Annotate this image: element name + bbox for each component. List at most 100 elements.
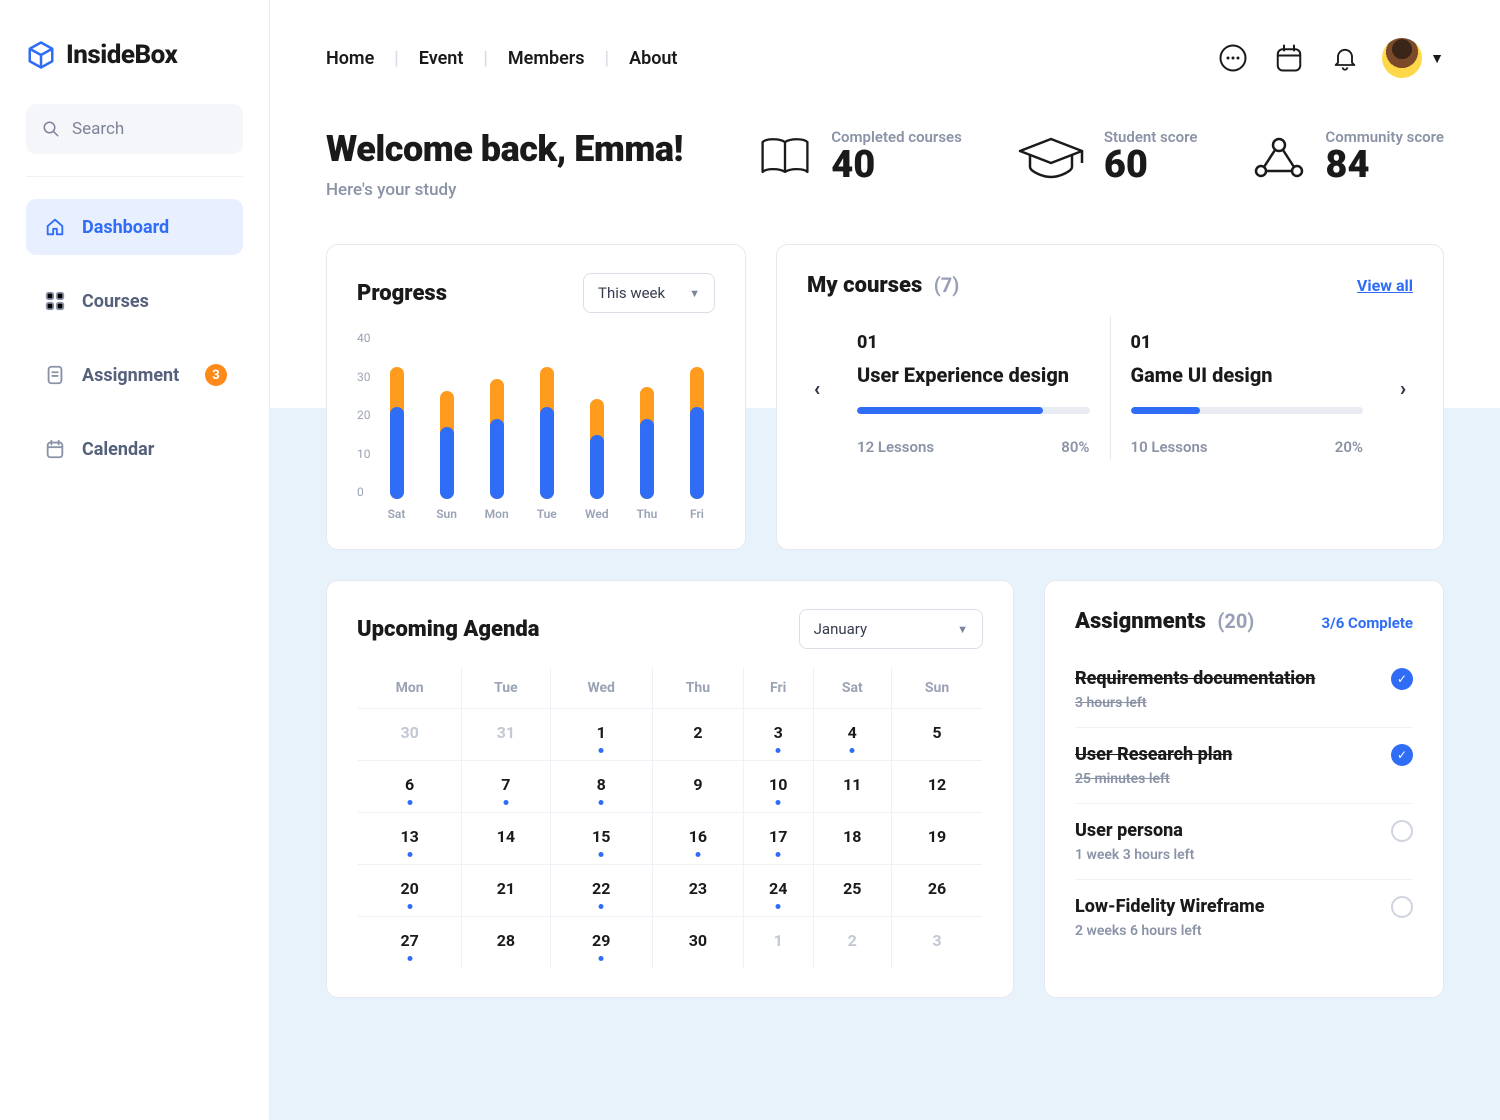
book-icon [757, 135, 813, 179]
calendar-day[interactable]: 19 [892, 813, 983, 865]
assignment-item: Low-Fidelity Wireframe2 weeks 6 hours le… [1075, 880, 1413, 955]
calendar-day[interactable]: 11 [813, 761, 892, 813]
calendar-day[interactable]: 31 [462, 709, 550, 761]
course-name: User Experience design [857, 363, 1090, 387]
calendar-day[interactable]: 12 [892, 761, 983, 813]
card-title: Upcoming Agenda [357, 617, 540, 642]
calendar-day[interactable]: 2 [652, 709, 743, 761]
assignment-item: Requirements documentation3 hours left✓ [1075, 652, 1413, 728]
chevron-down-icon: ▼ [957, 623, 968, 636]
user-menu[interactable]: ▼ [1382, 38, 1444, 78]
calendar-day[interactable]: 29 [550, 917, 652, 969]
chart-bar: Sun [431, 391, 463, 521]
agenda-card: Upcoming Agenda January ▼ MonTueWedThuFr… [326, 580, 1014, 998]
next-arrow[interactable]: › [1393, 376, 1413, 400]
sidebar-item-courses[interactable]: Courses [26, 273, 243, 329]
network-icon [1251, 135, 1307, 179]
calendar-day[interactable]: 1 [550, 709, 652, 761]
cal-dow: Mon [358, 668, 462, 709]
assignments-card: Assignments (20) 3/6 Complete Requiremen… [1044, 580, 1444, 998]
topbar: Home | Event | Members | About [270, 0, 1500, 88]
calendar-day[interactable]: 16 [652, 813, 743, 865]
course-item[interactable]: 01Game UI design10 Lessons20% [1110, 316, 1384, 460]
complete-count: 3/6 Complete [1322, 614, 1413, 632]
chat-button[interactable] [1214, 39, 1252, 77]
month-select[interactable]: January ▼ [799, 609, 983, 649]
search-input[interactable]: Search [26, 104, 243, 154]
calendar-day[interactable]: 27 [358, 917, 462, 969]
calendar-day[interactable]: 30 [358, 709, 462, 761]
calendar-day[interactable]: 4 [813, 709, 892, 761]
topnav-home[interactable]: Home [326, 48, 374, 69]
lesson-count: 12 Lessons [857, 438, 934, 456]
calendar-day[interactable]: 10 [743, 761, 813, 813]
top-navigation: Home | Event | Members | About [326, 48, 677, 69]
brand-name: InsideBox [66, 40, 177, 70]
assignment-checkbox[interactable]: ✓ [1391, 668, 1413, 690]
card-title: Progress [357, 281, 447, 306]
chart-category-label: Sat [388, 507, 406, 521]
schedule-button[interactable] [1270, 39, 1308, 77]
calendar-day[interactable]: 13 [358, 813, 462, 865]
calendar-day[interactable]: 14 [462, 813, 550, 865]
calendar-day[interactable]: 8 [550, 761, 652, 813]
calendar-day[interactable]: 28 [462, 917, 550, 969]
assignment-time: 3 hours left [1075, 695, 1315, 711]
range-value: This week [598, 284, 665, 302]
assignment-checkbox[interactable] [1391, 896, 1413, 918]
sidebar-item-assignment[interactable]: Assignment 3 [26, 347, 243, 403]
calendar-day[interactable]: 5 [892, 709, 983, 761]
sidebar-item-label: Assignment [82, 365, 179, 386]
calendar-day[interactable]: 1 [743, 917, 813, 969]
calendar-day[interactable]: 15 [550, 813, 652, 865]
notifications-button[interactable] [1326, 39, 1364, 77]
assignment-time: 2 weeks 6 hours left [1075, 923, 1264, 939]
calendar-day[interactable]: 23 [652, 865, 743, 917]
calendar-day[interactable]: 22 [550, 865, 652, 917]
assignment-checkbox[interactable] [1391, 820, 1413, 842]
calendar-day[interactable]: 21 [462, 865, 550, 917]
sidebar-item-label: Courses [82, 291, 149, 312]
topnav-members[interactable]: Members [508, 48, 585, 69]
chart-category-label: Thu [637, 507, 658, 521]
calendar-day[interactable]: 25 [813, 865, 892, 917]
chart-bar: Thu [631, 387, 663, 521]
assignment-time: 1 week 3 hours left [1075, 847, 1194, 863]
course-item[interactable]: 01User Experience design12 Lessons80% [837, 316, 1110, 460]
calendar-day[interactable]: 3 [892, 917, 983, 969]
calendar-day[interactable]: 26 [892, 865, 983, 917]
view-all-link[interactable]: View all [1357, 276, 1413, 295]
course-count: (7) [934, 273, 960, 297]
top-actions: ▼ [1214, 38, 1444, 78]
topnav-about[interactable]: About [629, 48, 677, 69]
bell-icon [1331, 44, 1359, 72]
brand-logo[interactable]: InsideBox [26, 40, 243, 70]
prev-arrow[interactable]: ‹ [807, 376, 827, 400]
progress-percent: 80% [1061, 438, 1089, 456]
assignment-checkbox[interactable]: ✓ [1391, 744, 1413, 766]
progress-bar [857, 407, 1090, 414]
calendar-day[interactable]: 24 [743, 865, 813, 917]
calendar-day[interactable]: 30 [652, 917, 743, 969]
topnav-event[interactable]: Event [419, 48, 464, 69]
calendar-day[interactable]: 6 [358, 761, 462, 813]
chart-category-label: Fri [690, 507, 704, 521]
calendar-day[interactable]: 3 [743, 709, 813, 761]
stat-completed-courses: Completed courses 40 [757, 128, 962, 186]
calendar-day[interactable]: 7 [462, 761, 550, 813]
calendar-day[interactable]: 18 [813, 813, 892, 865]
calendar-day[interactable]: 17 [743, 813, 813, 865]
assignment-title: User persona [1075, 820, 1194, 841]
calendar-day[interactable]: 9 [652, 761, 743, 813]
home-icon [44, 216, 66, 238]
course-name: Game UI design [1131, 363, 1364, 387]
calendar-day[interactable]: 20 [358, 865, 462, 917]
hero: Welcome back, Emma! Here's your study Co… [326, 128, 1444, 200]
calendar-grid: MonTueWedThuFriSatSun 303112345678910111… [357, 667, 983, 969]
sidebar: InsideBox Search Dashboard Courses Assig… [0, 0, 270, 1120]
sidebar-item-calendar[interactable]: Calendar [26, 421, 243, 477]
sidebar-item-dashboard[interactable]: Dashboard [26, 199, 243, 255]
chart-category-label: Mon [485, 507, 509, 521]
range-select[interactable]: This week ▼ [583, 273, 715, 313]
calendar-day[interactable]: 2 [813, 917, 892, 969]
